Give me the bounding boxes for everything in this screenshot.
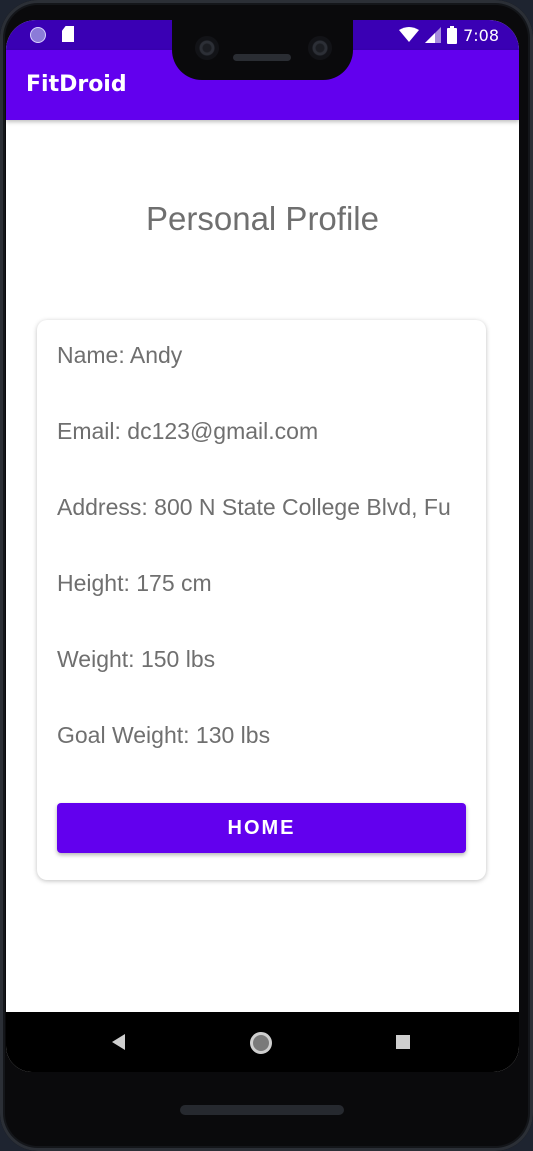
app-title: FitDroid (26, 72, 127, 97)
profile-name: Name: Andy (57, 342, 183, 368)
profile-weight: Weight: 150 lbs (57, 646, 216, 672)
wifi-icon (399, 27, 420, 42)
sd-card-icon (62, 26, 74, 42)
front-camera-icon (195, 36, 219, 60)
bottom-speaker (180, 1105, 344, 1115)
cell-signal-icon (425, 27, 442, 43)
home-icon[interactable] (250, 1032, 272, 1054)
recents-icon[interactable] (396, 1035, 410, 1049)
profile-height: Height: 175 cm (57, 570, 212, 596)
screen: 7:08 FitDroid Personal Profile Name: And… (6, 20, 519, 1072)
status-time: 7:08 (463, 25, 499, 45)
status-icons: 7:08 (399, 24, 499, 46)
earpiece-speaker (233, 54, 291, 61)
navigation-bar (6, 1012, 519, 1072)
page-title: Personal Profile (146, 200, 379, 237)
front-camera-icon (308, 36, 332, 60)
notification-dot-icon (30, 27, 46, 43)
camera-notch (172, 20, 353, 80)
profile-card: Name: Andy Email: dc123@gmail.com Addres… (37, 320, 486, 880)
back-icon[interactable] (112, 1034, 125, 1050)
device-frame: 7:08 FitDroid Personal Profile Name: And… (0, 0, 533, 1151)
profile-address: Address: 800 N State College Blvd, Fu (57, 494, 451, 520)
profile-email: Email: dc123@gmail.com (57, 418, 319, 444)
battery-icon (447, 26, 458, 44)
home-button[interactable]: HOME (57, 803, 466, 853)
profile-goal-weight: Goal Weight: 130 lbs (57, 722, 271, 748)
